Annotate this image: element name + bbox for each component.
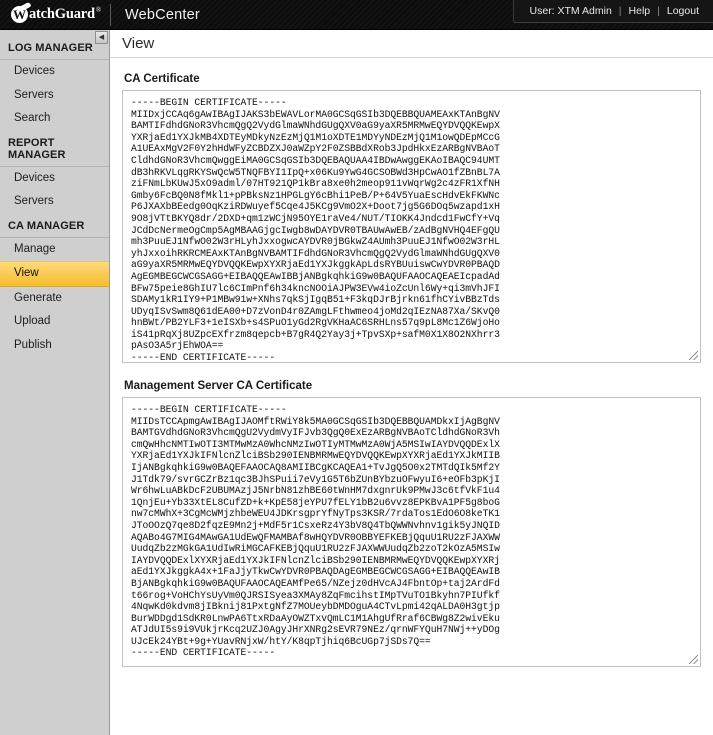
page-header: View	[110, 30, 713, 58]
sidebar-navigation: ◀ LOG MANAGER Devices Servers Search REP…	[0, 30, 110, 735]
management-server-ca-certificate-label: Management Server CA Certificate	[124, 380, 313, 392]
sidebar-group-title-log-manager: LOG MANAGER	[0, 30, 109, 60]
sidebar-item-report-servers[interactable]: Servers	[0, 190, 109, 214]
logo-wordmark: atchGuard®	[29, 6, 101, 23]
sidebar-group-ca-manager: CA MANAGER Manage View Generate Upload P…	[0, 214, 109, 358]
page-title: View	[122, 35, 155, 52]
watchguard-logo-icon: W	[11, 1, 32, 23]
sidebar-item-log-devices[interactable]: Devices	[0, 60, 109, 84]
management-server-ca-certificate-resize-handle[interactable]	[689, 655, 698, 664]
sidebar-group-title-ca-manager: CA MANAGER	[0, 214, 109, 238]
logo-wordmark-text: atchGuard	[29, 6, 95, 22]
current-user-label: User: XTM Admin	[529, 5, 612, 17]
ca-certificate-text: -----BEGIN CERTIFICATE----- MIIDxjCCAq6g…	[131, 97, 500, 363]
sidebar-item-report-devices[interactable]: Devices	[0, 167, 109, 191]
sidebar-item-ca-upload[interactable]: Upload	[0, 310, 109, 334]
header-divider	[110, 3, 111, 26]
ca-certificate-textarea[interactable]: -----BEGIN CERTIFICATE----- MIIDxjCCAq6g…	[122, 90, 701, 363]
help-link[interactable]: Help	[629, 5, 651, 17]
header-separator-2: |	[657, 5, 660, 17]
ca-certificate-resize-handle[interactable]	[689, 351, 698, 360]
main-content: View CA Certificate -----BEGIN CERTIFICA…	[110, 30, 713, 735]
sidebar-item-ca-publish[interactable]: Publish	[0, 334, 109, 358]
app-title: WebCenter	[125, 6, 200, 23]
management-server-ca-certificate-text: -----BEGIN CERTIFICATE----- MIIDsTCCApmg…	[131, 404, 500, 659]
sidebar-group-log-manager: LOG MANAGER Devices Servers Search	[0, 30, 109, 131]
ca-certificate-label: CA Certificate	[124, 73, 200, 85]
sidebar-item-log-servers[interactable]: Servers	[0, 84, 109, 108]
watchguard-logo[interactable]: W atchGuard®	[0, 0, 101, 30]
sidebar-item-ca-view[interactable]: View	[0, 261, 109, 287]
certificates-panel: CA Certificate -----BEGIN CERTIFICATE---…	[110, 58, 713, 735]
header-user-menu: User: XTM Admin | Help | Logout	[512, 0, 713, 23]
sidebar-item-log-search[interactable]: Search	[0, 107, 109, 131]
sidebar-item-ca-generate[interactable]: Generate	[0, 287, 109, 311]
logout-link[interactable]: Logout	[667, 5, 699, 17]
sidebar-group-title-report-manager: REPORT MANAGER	[0, 131, 109, 167]
top-header-bar: W atchGuard® WebCenter User: XTM Admin |…	[0, 0, 713, 30]
logo-trademark-symbol: ®	[95, 6, 101, 15]
management-server-ca-certificate-textarea[interactable]: -----BEGIN CERTIFICATE----- MIIDsTCCApmg…	[122, 397, 701, 667]
sidebar-item-ca-manage[interactable]: Manage	[0, 238, 109, 262]
page-body: ◀ LOG MANAGER Devices Servers Search REP…	[0, 30, 713, 735]
header-separator-1: |	[618, 5, 622, 17]
sidebar-group-report-manager: REPORT MANAGER Devices Servers	[0, 131, 109, 214]
sidebar-collapse-icon[interactable]: ◀	[95, 31, 108, 44]
